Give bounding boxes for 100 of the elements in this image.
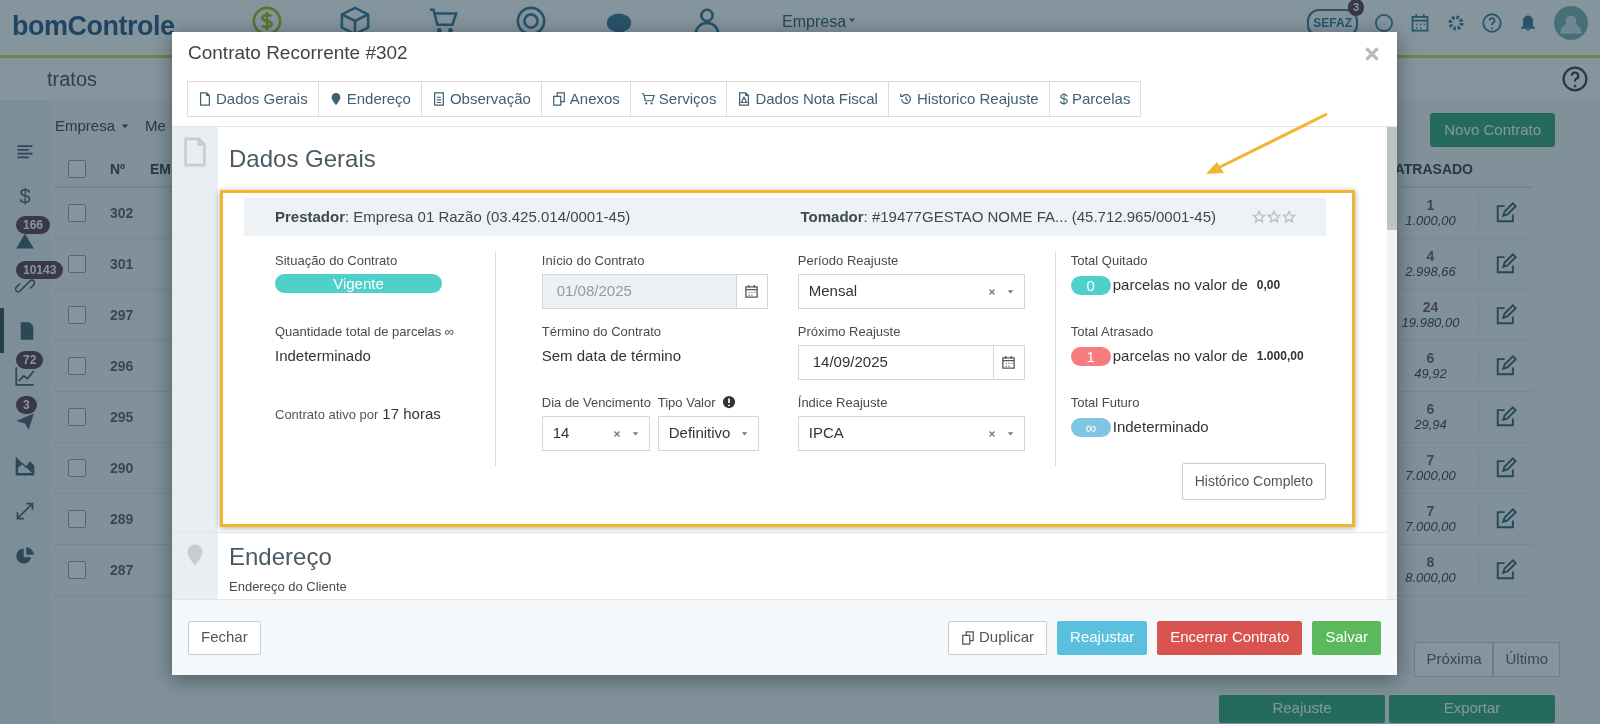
- field-label: Período Reajuste: [797, 252, 900, 269]
- table-cell-text: 2.998,66: [1404, 264, 1457, 279]
- help-icon[interactable]: [1482, 13, 1502, 33]
- action-button[interactable]: Duplicar: [948, 620, 1048, 655]
- help-icon[interactable]: [1562, 66, 1588, 92]
- edit-icon[interactable]: [1495, 304, 1517, 326]
- column-header: EM: [150, 159, 171, 179]
- edit-icon[interactable]: [1495, 202, 1517, 224]
- table-cell-text: 290: [110, 458, 135, 478]
- field-label: Situação do Contrato: [275, 252, 399, 269]
- row-checkbox[interactable]: [68, 459, 86, 477]
- action-button[interactable]: Reajuste: [1219, 694, 1385, 723]
- star-icon: [1267, 210, 1281, 224]
- company-menu[interactable]: Empresa: [782, 10, 847, 34]
- notification-badge: 3: [1347, 0, 1364, 16]
- total-amount: 0,00: [1256, 277, 1281, 295]
- tab[interactable]: Endereço: [317, 81, 422, 117]
- count-badge: ∞: [1070, 417, 1111, 437]
- field-label: Total Atrasado: [1070, 323, 1155, 340]
- action-button[interactable]: Reajustar: [1057, 620, 1148, 655]
- table-cell-text: 19.980,00: [1400, 315, 1461, 330]
- status-badge: Vigente: [275, 274, 442, 293]
- edit-icon[interactable]: [1495, 559, 1517, 581]
- table-cell-text: 24: [1421, 300, 1440, 316]
- field-label: Índice Reajuste: [797, 394, 889, 411]
- table-cell-text: 1: [1425, 198, 1436, 214]
- tab[interactable]: Serviços: [629, 81, 728, 117]
- clear-icon[interactable]: [986, 286, 997, 297]
- scrollbar[interactable]: [1387, 127, 1397, 599]
- clear-icon[interactable]: [986, 428, 997, 439]
- tab[interactable]: Dados Nota Fiscal: [726, 81, 889, 117]
- close-button[interactable]: Fechar: [188, 620, 261, 655]
- cart-icon: [640, 92, 655, 106]
- expand-icon: [15, 500, 35, 521]
- table-cell-text: 297: [110, 305, 135, 325]
- history-button[interactable]: Histórico Completo: [1181, 463, 1326, 500]
- row-checkbox[interactable]: [68, 255, 86, 273]
- row-checkbox[interactable]: [68, 357, 86, 375]
- edit-icon[interactable]: [1495, 457, 1517, 479]
- tab[interactable]: $ Parcelas: [1048, 81, 1142, 117]
- close-icon: [1363, 44, 1381, 63]
- value-type-select[interactable]: Definitivo: [657, 416, 759, 451]
- calendar-button[interactable]: [735, 274, 768, 309]
- action-button[interactable]: Salvar: [1312, 620, 1381, 655]
- row-checkbox[interactable]: [68, 510, 86, 528]
- edit-icon[interactable]: [1495, 253, 1517, 275]
- star-icon: [1252, 210, 1266, 224]
- avatar[interactable]: [1554, 6, 1588, 40]
- edit-icon[interactable]: [1495, 355, 1517, 377]
- action-button[interactable]: Encerrar Contrato: [1157, 620, 1303, 655]
- edit-icon[interactable]: [1495, 508, 1517, 530]
- table-cell-text: 289: [110, 509, 135, 529]
- sidebar-item[interactable]: 3: [0, 398, 50, 443]
- pagination-button[interactable]: Último: [1493, 642, 1560, 677]
- bell-icon[interactable]: [1518, 13, 1538, 33]
- history-icon: [898, 92, 913, 106]
- info-icon: [721, 395, 736, 409]
- field-label: Término do Contrato: [541, 323, 662, 340]
- tab[interactable]: Dados Gerais: [187, 81, 319, 117]
- calendar-icon: [1001, 355, 1017, 370]
- total-text: parcelas no valor de: [1112, 275, 1248, 295]
- table-cell-text: 301: [110, 254, 135, 274]
- select-all-checkbox[interactable]: [68, 160, 86, 178]
- row-checkbox[interactable]: [68, 204, 86, 222]
- row-checkbox[interactable]: [68, 561, 86, 579]
- filter-dropdown[interactable]: Me: [145, 114, 166, 138]
- star-rating[interactable]: [1252, 210, 1296, 224]
- table-cell-text: 7.000,00: [1404, 519, 1457, 534]
- index-select[interactable]: IPCA: [797, 416, 1025, 451]
- new-contract-button[interactable]: Novo Contrato: [1430, 112, 1555, 148]
- due-day-select[interactable]: 14: [541, 416, 650, 451]
- tab[interactable]: Observação: [420, 81, 542, 117]
- section-heading: Dados Gerais: [229, 144, 376, 174]
- pagination-button[interactable]: Próxima: [1414, 642, 1494, 677]
- filter-dropdown[interactable]: Empresa: [55, 114, 132, 138]
- count-badge: 166: [16, 216, 51, 234]
- calendar-icon[interactable]: [1410, 13, 1430, 33]
- field-value: Sem data de término: [541, 346, 682, 366]
- tab[interactable]: Anexos: [540, 81, 631, 117]
- file-icon: [198, 92, 212, 106]
- edit-icon[interactable]: [1495, 406, 1517, 428]
- row-checkbox[interactable]: [68, 408, 86, 426]
- table-cell-text: 7: [1425, 504, 1436, 520]
- column-header: Nº: [110, 159, 127, 179]
- action-button[interactable]: Exportar: [1389, 694, 1555, 723]
- field-label: Próximo Reajuste: [797, 323, 902, 340]
- count-badge: 72: [16, 351, 44, 369]
- date-field[interactable]: 14/09/2025: [797, 345, 993, 380]
- count-badge: 10143: [16, 261, 64, 279]
- table-cell-text: 296: [110, 356, 135, 376]
- field-label: Quantidade total de parcelas ∞: [275, 323, 456, 340]
- period-select[interactable]: Mensal: [797, 274, 1025, 309]
- row-checkbox[interactable]: [68, 306, 86, 324]
- calendar-button[interactable]: [992, 345, 1025, 380]
- field-label: Endereço do Cliente: [229, 578, 348, 595]
- table-cell-text: 7.000,00: [1404, 468, 1457, 483]
- tab[interactable]: Historico Reajuste: [887, 81, 1050, 117]
- client-text: Tomador: #19477GESTAO NOME FA... (45.712.965/0001-45): [800, 206, 1216, 227]
- close-button[interactable]: [1363, 44, 1381, 63]
- clear-icon[interactable]: [611, 428, 622, 439]
